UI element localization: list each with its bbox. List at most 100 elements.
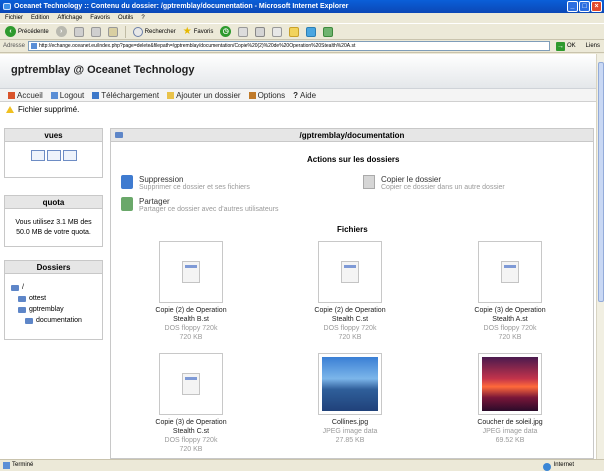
go-label: OK	[566, 43, 576, 49]
search-button[interactable]: Rechercher	[131, 25, 178, 38]
address-url: http://echange.oceanet.eu/index.php?page…	[39, 43, 356, 49]
folder-icon	[289, 26, 300, 37]
page-scrollbar[interactable]	[596, 54, 604, 459]
nav-ajouter-dossier[interactable]: Ajouter un dossier	[167, 90, 241, 100]
document-icon	[501, 261, 519, 283]
upload-icon	[92, 91, 100, 99]
tree-item-documentation[interactable]: documentation	[11, 315, 96, 326]
action-share[interactable]: Partager Partager ce dossier avec d'autr…	[121, 197, 278, 213]
hills-image	[322, 357, 378, 411]
logout-icon	[50, 91, 58, 99]
history-icon: ◷	[220, 26, 232, 37]
view-switcher	[5, 150, 102, 161]
file-size: 720 KB	[498, 334, 522, 341]
edit-icon	[272, 26, 283, 37]
menu-outils[interactable]: Outils	[118, 13, 133, 23]
action-copy[interactable]: Copier le dossier Copier ce dossier dans…	[363, 175, 505, 191]
sunset-image	[482, 357, 538, 411]
home-button[interactable]	[106, 25, 120, 38]
print-button[interactable]	[253, 25, 267, 38]
browser-toolbar: ‹ Précédente › Rechercher ★ Favoris ◷	[0, 23, 604, 40]
nav-telechargement-label: Téléchargement	[101, 90, 160, 100]
links-button[interactable]: Liens	[582, 43, 604, 49]
zone-label: Internet	[553, 462, 574, 468]
messenger-button[interactable]	[304, 25, 318, 38]
file-type: DOS floppy 720k	[164, 325, 218, 332]
file-name: Copie (2) de Operation Stealth C.st	[314, 307, 386, 323]
tree-item-ottest[interactable]: ottest	[11, 293, 96, 304]
file-name: Copie (3) de Operation Stealth A.st	[474, 307, 546, 323]
nav-logout[interactable]: Logout	[50, 91, 84, 100]
nav-options[interactable]: Options	[248, 91, 285, 100]
thumbnail-view-icon[interactable]	[62, 150, 77, 161]
add-folder-icon	[167, 91, 175, 99]
edit-button[interactable]	[270, 25, 284, 38]
home-icon	[107, 26, 118, 37]
nav-ajouter-dossier-label: Ajouter un dossier	[176, 90, 241, 100]
research-button[interactable]	[321, 25, 335, 38]
file-type: JPEG image data	[322, 428, 378, 435]
status-message-text: Fichier supprimé.	[18, 105, 80, 114]
maximize-button[interactable]: □	[579, 1, 590, 12]
site-header: gptremblay @ Oceanet Technology	[0, 54, 596, 89]
detail-view-icon[interactable]	[46, 150, 61, 161]
file-item[interactable]: Copie (3) de Operation Stealth A.st DOS …	[470, 241, 550, 342]
file-thumbnail	[478, 241, 542, 303]
menu-bar: Fichier Edition Affichage Favoris Outils…	[0, 13, 604, 23]
folder-button[interactable]	[287, 25, 301, 38]
window-title: Oceanet Technology :: Contenu du dossier…	[14, 3, 349, 10]
go-button[interactable]: → OK	[553, 41, 579, 51]
tree-item-label: documentation	[36, 317, 82, 324]
file-name: Coucher de soleil.jpg	[477, 419, 543, 426]
action-desc: Supprimer ce dossier et ses fichiers	[139, 184, 250, 191]
history-button[interactable]: ◷	[218, 25, 233, 38]
file-thumbnail	[318, 353, 382, 415]
list-view-icon[interactable]	[30, 150, 45, 161]
tree-item-root[interactable]: /	[11, 282, 96, 293]
status-bar: Terminé Internet	[0, 459, 604, 471]
nav-telechargement[interactable]: Téléchargement	[92, 91, 159, 100]
action-delete[interactable]: Suppression Supprimer ce dossier et ses …	[121, 175, 250, 191]
tree-item-label: ottest	[29, 295, 47, 302]
forward-button[interactable]: ›	[54, 25, 69, 38]
stop-icon	[73, 26, 84, 37]
back-button[interactable]: ‹ Précédente	[3, 25, 51, 38]
menu-edition[interactable]: Edition	[31, 13, 49, 23]
folder-path: /gptremblay/documentation	[299, 131, 405, 140]
menu-help[interactable]: ?	[141, 13, 144, 23]
file-thumbnail	[478, 353, 542, 415]
views-title: vues	[5, 129, 102, 142]
tree-item-gptremblay[interactable]: gptremblay	[11, 304, 96, 315]
refresh-button[interactable]	[89, 25, 103, 38]
file-item[interactable]: Copie (2) de Operation Stealth B.st DOS …	[151, 241, 231, 342]
address-label: Adresse	[3, 43, 26, 49]
mail-button[interactable]	[236, 25, 250, 38]
stop-button[interactable]	[72, 25, 86, 38]
action-title: Suppression	[139, 175, 184, 184]
action-title: Partager	[139, 197, 170, 206]
menu-affichage[interactable]: Affichage	[57, 13, 82, 23]
menu-favoris[interactable]: Favoris	[90, 13, 110, 23]
file-item[interactable]: Coucher de soleil.jpg JPEG image data 69…	[470, 353, 550, 445]
document-icon	[341, 261, 359, 283]
file-size: 720 KB	[179, 334, 203, 341]
address-input[interactable]: http://echange.oceanet.eu/index.php?page…	[28, 41, 550, 51]
tree-item-label: gptremblay	[29, 306, 64, 313]
nav-accueil[interactable]: Accueil	[8, 91, 43, 100]
favorites-label: Favoris	[193, 28, 214, 35]
back-label: Précédente	[18, 28, 49, 35]
search-label: Rechercher	[144, 28, 176, 35]
file-item[interactable]: Copie (3) de Operation Stealth C.st DOS …	[151, 353, 231, 454]
favorites-button[interactable]: ★ Favoris	[181, 25, 216, 38]
page-icon	[31, 43, 38, 49]
file-item[interactable]: Copie (2) de Operation Stealth C.st DOS …	[310, 241, 390, 342]
nav-aide[interactable]: ? Aide	[293, 91, 316, 100]
folders-panel: Dossiers / ottest gptremblay documentati…	[4, 260, 103, 340]
close-button[interactable]: ×	[591, 1, 602, 12]
file-item[interactable]: Collines.jpg JPEG image data 27.85 KB	[310, 353, 390, 445]
file-size: 69.52 KB	[495, 437, 525, 444]
minimize-button[interactable]: _	[567, 1, 578, 12]
menu-fichier[interactable]: Fichier	[5, 13, 23, 23]
scrollbar-thumb[interactable]	[598, 62, 604, 302]
file-type: DOS floppy 720k	[323, 325, 377, 332]
